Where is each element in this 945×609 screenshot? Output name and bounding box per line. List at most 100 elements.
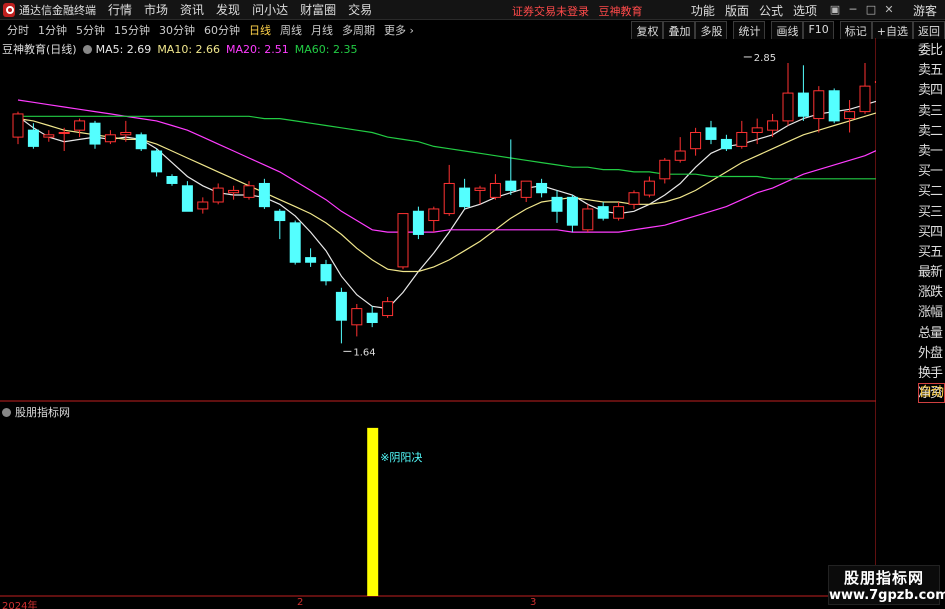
period-monthly[interactable]: 月线 (309, 22, 335, 38)
quote-label: 买四 (918, 224, 943, 240)
adjust-button[interactable]: 复权 (631, 21, 664, 39)
chart-title: 豆神教育(日线) MA5: 2.69 MA10: 2.66 MA20: 2.51… (2, 41, 363, 57)
indicator-dropdown-icon[interactable] (82, 44, 92, 54)
quote-label: 卖一 (918, 143, 943, 159)
quote-label: 买一 (918, 164, 943, 180)
quote-label: 买三 (918, 204, 943, 220)
time-axis: 2024年 2 3 (0, 597, 876, 609)
app-logo: 通达信金融终端 (0, 2, 96, 18)
period-15min[interactable]: 15分钟 (112, 22, 152, 38)
quote-label: 卖五 (918, 63, 943, 79)
user-guest[interactable]: 游客 (913, 2, 937, 19)
period-daily[interactable]: 日线 (247, 22, 273, 38)
quote-label: 总量 (918, 325, 943, 341)
quote-label: 卖四 (918, 83, 943, 99)
quote-label: 换手 (918, 366, 943, 381)
draw-button[interactable]: 画线 (771, 21, 804, 39)
restore-icon[interactable]: ▣ (827, 2, 843, 18)
candle-down (258, 182, 270, 208)
candle-up (613, 206, 625, 219)
add-favorite-button[interactable]: +自选 (871, 21, 913, 39)
maximize-icon[interactable]: □ (863, 2, 879, 18)
menu-item-quotes[interactable]: 行情 (108, 1, 132, 18)
quote-label: 涨幅 (918, 305, 943, 321)
candle-up (489, 182, 501, 198)
period-tick[interactable]: 分时 (5, 22, 31, 38)
menu-bar: 通达信金融终端 行情 市场 资讯 发现 问小达 财富圈 交易 证券交易未登录 豆… (0, 0, 945, 20)
quote-label: 外盘 (918, 345, 943, 361)
menu-item-discover[interactable]: 发现 (216, 1, 240, 18)
kline-chart[interactable]: 2.802.702.602.502.402.302.202.102.001.90… (0, 38, 876, 609)
candle-down (335, 291, 347, 321)
candle-up (674, 150, 686, 161)
candle-down (720, 138, 732, 150)
candle-up (397, 213, 409, 268)
candle-up (228, 189, 240, 194)
candle-up (582, 208, 594, 231)
time-label-year: 2024年 (2, 601, 38, 609)
trade-login-notice[interactable]: 证券交易未登录 (512, 5, 589, 18)
candle-down (320, 264, 332, 282)
close-icon[interactable]: ✕ (881, 2, 897, 18)
candle-up (474, 187, 486, 191)
candle-down (181, 185, 193, 212)
watermark-line2: www.7gpzb.com (829, 588, 945, 603)
candle-up (859, 85, 871, 113)
quote-panel: 委比 卖五 卖四 卖三 卖二 卖一 买一 买二 买三 买四 买五 最新 涨跌 涨… (918, 41, 945, 404)
time-label-feb: 2 (297, 597, 304, 608)
menu-item-market[interactable]: 市场 (144, 1, 168, 18)
candle-up (382, 301, 394, 317)
candle-up (428, 208, 440, 222)
candle-up (212, 187, 224, 203)
period-1min[interactable]: 1分钟 (36, 22, 69, 38)
auto-button[interactable]: 自动 (918, 383, 945, 403)
candle-up (874, 80, 876, 83)
menu-options[interactable]: 选项 (793, 2, 817, 19)
toolbar-right: 复权 叠加 多股 统计 画线 F10 标记 +自选 返回 (631, 21, 945, 39)
notice-area: 证券交易未登录 豆神教育 (512, 3, 649, 19)
candle-down (166, 176, 178, 184)
period-5min[interactable]: 5分钟 (74, 22, 107, 38)
period-more[interactable]: 更多 › (382, 22, 416, 38)
menu-item-wealth[interactable]: 财富圈 (300, 1, 336, 18)
candle-up (844, 111, 856, 120)
menu-function[interactable]: 功能 (691, 2, 715, 19)
candle-down (89, 122, 101, 145)
period-30min[interactable]: 30分钟 (157, 22, 197, 38)
period-60min[interactable]: 60分钟 (202, 22, 242, 38)
candle-down (597, 206, 609, 219)
minimize-icon[interactable]: ─ (845, 2, 861, 18)
f10-button[interactable]: F10 (803, 21, 834, 39)
menu-layout[interactable]: 版面 (725, 2, 749, 19)
menu-item-ask[interactable]: 问小达 (252, 1, 288, 18)
period-more-label: 更多 (384, 24, 406, 37)
period-multi[interactable]: 多周期 (340, 22, 377, 38)
candle-up (243, 185, 255, 198)
candle-up (659, 159, 671, 180)
menu-item-trade[interactable]: 交易 (348, 1, 372, 18)
mark-button[interactable]: 标记 (839, 21, 872, 39)
candle-up (628, 192, 640, 205)
back-button[interactable]: 返回 (913, 21, 945, 39)
quote-label: 卖二 (918, 123, 943, 139)
overlay-button[interactable]: 叠加 (663, 21, 696, 39)
candle-down (289, 222, 301, 263)
indicator-dropdown-icon[interactable] (2, 407, 11, 417)
multi-stock-button[interactable]: 多股 (695, 21, 728, 39)
menu-item-news[interactable]: 资讯 (180, 1, 204, 18)
candle-down (505, 180, 517, 191)
candle-down (135, 134, 147, 150)
candle-up (43, 134, 55, 138)
chevron-right-icon: › (406, 24, 414, 37)
candle-down (828, 90, 840, 122)
stats-button[interactable]: 统计 (733, 21, 766, 39)
candle-up (690, 131, 702, 150)
candle-down (366, 312, 378, 324)
period-weekly[interactable]: 周线 (278, 22, 304, 38)
watermark-line1: 股朋指标网 (843, 569, 924, 587)
signal-label: ※阴阳决 (380, 451, 422, 464)
menu-formula[interactable]: 公式 (759, 2, 783, 19)
ma20-label: MA20: 2.51 (226, 42, 289, 56)
candle-up (767, 120, 779, 131)
candle-up (443, 182, 455, 215)
